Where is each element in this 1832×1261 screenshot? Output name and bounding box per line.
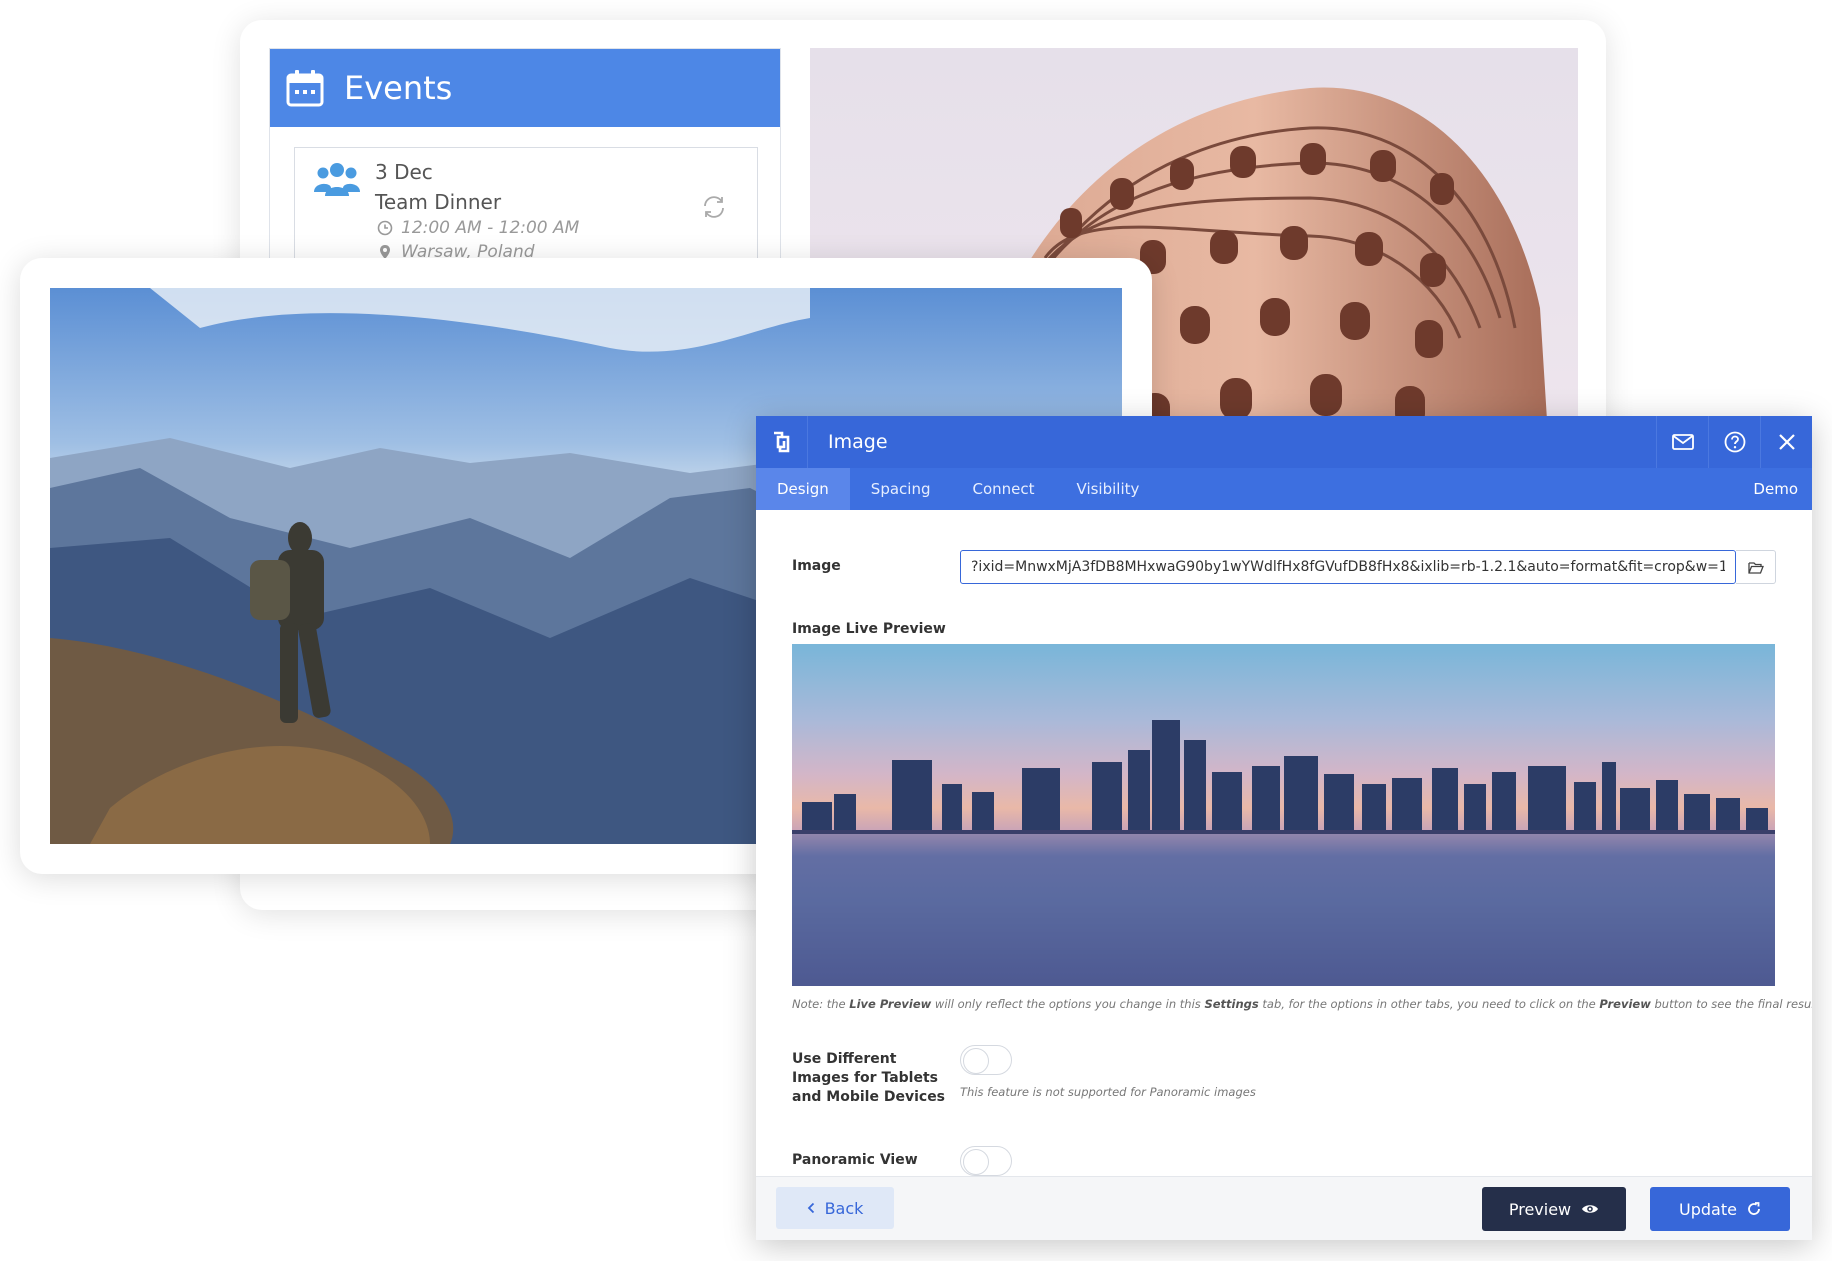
tabs-bar: Design Spacing Connect Visibility Demo xyxy=(756,468,1812,510)
preview-button[interactable]: Preview xyxy=(1482,1187,1626,1231)
close-icon xyxy=(1778,434,1795,450)
event-date: 3 Dec xyxy=(375,160,433,184)
browse-media-button[interactable] xyxy=(1736,550,1776,584)
tab-design[interactable]: Design xyxy=(756,468,850,510)
mail-button[interactable] xyxy=(1656,416,1708,468)
calendar-icon xyxy=(286,70,324,107)
refresh-icon[interactable] xyxy=(701,194,727,220)
app-logo[interactable] xyxy=(756,416,808,468)
image-field-label: Image xyxy=(792,558,841,574)
different-images-label: Use Different Images for Tablets and Mob… xyxy=(792,1051,946,1105)
chevron-left-icon xyxy=(807,1202,814,1214)
help-icon xyxy=(1724,431,1745,453)
logo-icon xyxy=(773,431,789,453)
panoramic-view-toggle[interactable] xyxy=(960,1146,1012,1176)
live-preview-label: Image Live Preview xyxy=(792,621,946,637)
update-button[interactable]: Update xyxy=(1650,1187,1790,1231)
panel-header-actions xyxy=(1656,416,1812,468)
group-icon xyxy=(314,163,360,196)
back-button[interactable]: Back xyxy=(776,1187,894,1229)
image-live-preview xyxy=(792,644,1775,986)
events-widget: Events 3 Dec Team Dinner 12:00 AM - 12:0… xyxy=(269,48,781,278)
close-button[interactable] xyxy=(1760,416,1812,468)
update-button-label: Update xyxy=(1679,1199,1737,1219)
tab-spacing[interactable]: Spacing xyxy=(850,468,952,510)
event-name: Team Dinner xyxy=(375,190,502,214)
image-url-input[interactable] xyxy=(960,550,1736,584)
live-preview-note: Note: the Live Preview will only reflect… xyxy=(792,997,1812,1011)
different-images-note: This feature is not supported for Panora… xyxy=(960,1085,1256,1099)
image-settings-panel: Image Design Spacing Connect Visibility … xyxy=(756,416,1812,1240)
preview-button-label: Preview xyxy=(1508,1199,1572,1219)
panel-title: Image xyxy=(828,431,888,453)
different-images-toggle[interactable] xyxy=(960,1045,1012,1075)
panel-header: Image xyxy=(756,416,1812,468)
clock-icon xyxy=(377,220,393,236)
folder-open-icon xyxy=(1747,561,1764,574)
refresh-small-icon xyxy=(1748,1202,1760,1215)
back-button-label: Back xyxy=(824,1198,864,1218)
tab-connect[interactable]: Connect xyxy=(951,468,1055,510)
help-button[interactable] xyxy=(1708,416,1760,468)
eye-icon xyxy=(1582,1205,1599,1213)
city-skyline-image xyxy=(792,720,1775,986)
event-time: 12:00 AM - 12:00 AM xyxy=(377,218,579,238)
events-title: Events xyxy=(344,69,453,107)
mail-icon xyxy=(1671,434,1694,450)
panoramic-view-label: Panoramic View xyxy=(792,1152,918,1168)
composite-screenshot: Events 3 Dec Team Dinner 12:00 AM - 12:0… xyxy=(0,0,1832,1261)
events-header: Events xyxy=(270,49,780,127)
demo-link[interactable]: Demo xyxy=(1753,468,1798,510)
tab-visibility[interactable]: Visibility xyxy=(1056,468,1161,510)
event-time-text: 12:00 AM - 12:00 AM xyxy=(401,218,580,238)
panel-footer: Back Preview Update xyxy=(756,1176,1812,1240)
